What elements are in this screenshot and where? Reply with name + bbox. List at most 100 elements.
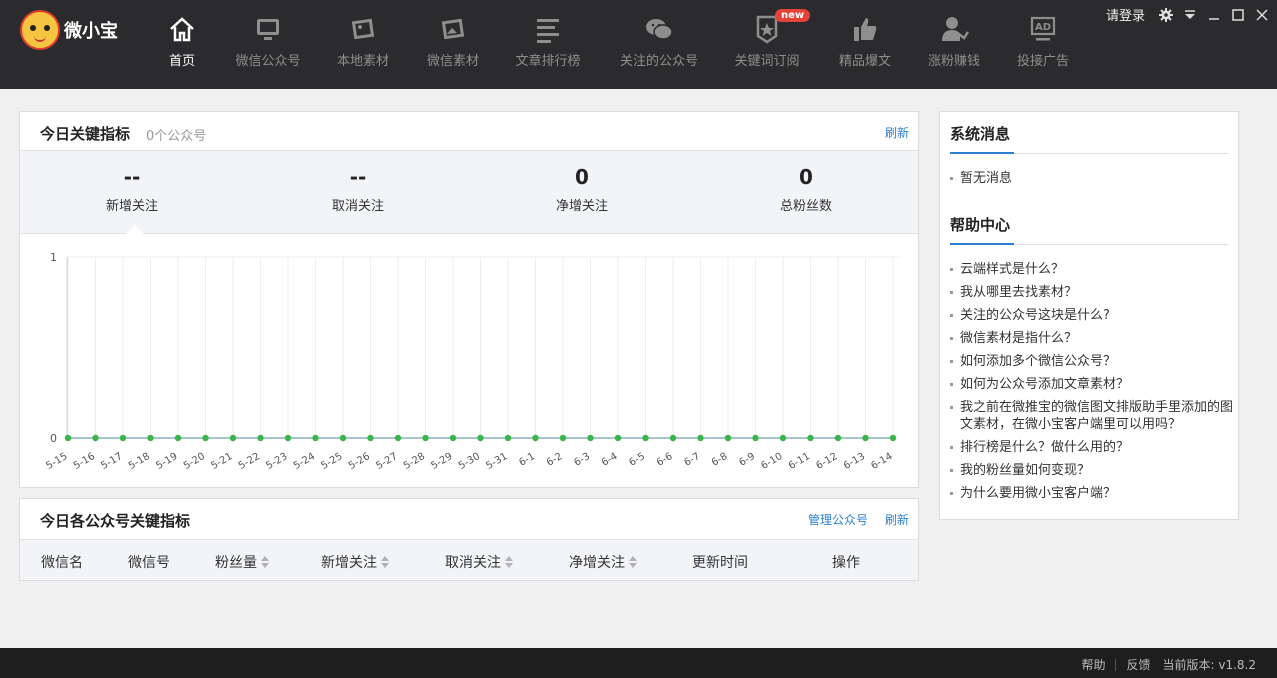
stat-value: --: [349, 165, 367, 189]
chart-x-tick-label: 6-3: [572, 451, 592, 469]
chart-x-tick-label: 5-25: [319, 451, 344, 472]
minimize-icon[interactable]: [1207, 8, 1221, 22]
chart-data-point: [642, 434, 649, 442]
col-label: 粉丝量: [215, 555, 257, 571]
col-fans[interactable]: 粉丝量: [215, 552, 269, 572]
chart-x-tick-label: 5-15: [44, 451, 69, 472]
stat-value: 0: [799, 165, 813, 189]
chart-data-point: [587, 434, 594, 442]
home-icon: [167, 14, 197, 44]
sort-icon[interactable]: [629, 556, 637, 568]
chart-data-point: [532, 434, 539, 442]
chart-data-point: [504, 434, 512, 442]
col-update-time: 更新时间: [692, 552, 748, 572]
footer-divider: [1115, 658, 1117, 671]
chart-x-tick-label: 5-22: [237, 451, 262, 472]
nav-followed-accounts[interactable]: 关注的公众号: [614, 14, 704, 69]
help-item[interactable]: 我从哪里去找素材？: [950, 284, 1235, 301]
help-list: 云端样式是什么？ 我从哪里去找素材？ 关注的公众号这块是什么? 微信素材是指什么…: [950, 261, 1235, 508]
help-divider: [950, 243, 1228, 245]
svg-text:AD: AD: [1035, 22, 1051, 33]
top-bar: 微小宝 首页 微信公众号 本地素材 微信素材 文章排行榜 关注的公众号 new …: [0, 0, 1277, 89]
nav-featured-articles[interactable]: 精品爆文: [820, 14, 910, 69]
follows-trend-chart: 015-15 5-16 5-17 5-18 5-19 5-20 5-21 5-22 5-23 5-…: [44, 251, 899, 472]
help-item[interactable]: 如何添加多个微信公众号？: [950, 353, 1235, 370]
nav-home[interactable]: 首页: [137, 14, 227, 69]
selected-stat-caret: [126, 225, 144, 234]
stat-new-follows[interactable]: -- 新增关注: [32, 165, 232, 214]
chart-data-point: [257, 434, 264, 442]
help-item[interactable]: 排行榜是什么？做什么用的？: [950, 439, 1235, 456]
metrics-panel-title: 今日关键指标: [40, 125, 131, 143]
gear-icon[interactable]: [1159, 7, 1173, 22]
chart-data-point: [752, 434, 759, 442]
help-item[interactable]: 为什么要用微小宝客户端？: [950, 485, 1235, 502]
help-item[interactable]: 如何为公众号添加文章素材？: [950, 376, 1235, 393]
manage-accounts-link[interactable]: 管理公众号: [808, 511, 868, 528]
maximize-icon[interactable]: [1231, 8, 1245, 22]
chart-data-point: [202, 434, 209, 442]
login-link[interactable]: 请登录: [1106, 5, 1145, 24]
chart-data-point: [174, 434, 182, 442]
help-item[interactable]: 我的粉丝量如何变现？: [950, 462, 1235, 479]
account-count: 0个公众号: [146, 129, 207, 144]
nav-label: 投接广告: [1016, 54, 1069, 69]
sort-icon[interactable]: [381, 556, 389, 568]
sort-icon[interactable]: [261, 556, 269, 568]
col-label: 净增关注: [569, 555, 625, 571]
chart-data-point: [834, 434, 842, 442]
stat-label: 总粉丝数: [779, 199, 832, 214]
nav-advertising[interactable]: AD 投接广告: [998, 14, 1088, 69]
nav-grow-fans[interactable]: 涨粉赚钱: [909, 14, 999, 69]
col-label: 取消关注: [445, 555, 501, 571]
sort-icon[interactable]: [505, 556, 513, 568]
nav-local-materials[interactable]: 本地素材: [318, 14, 408, 69]
col-net-follows[interactable]: 净增关注: [569, 552, 637, 572]
col-new-follows[interactable]: 新增关注: [321, 552, 389, 572]
col-label: 操作: [832, 555, 860, 571]
col-wechat-id: 微信号: [128, 552, 170, 572]
col-label: 微信名: [41, 555, 83, 571]
stats-strip: -- 新增关注 -- 取消关注 0 净增关注 0 总粉丝数: [20, 150, 918, 234]
user-money-icon: [939, 14, 970, 44]
stat-label: 取消关注: [331, 199, 384, 214]
nav-keyword-subscription[interactable]: new 关键词订阅: [722, 9, 812, 69]
chart-x-tick-label: 6-10: [759, 451, 784, 472]
dropdown-menu-icon[interactable]: [1183, 8, 1197, 22]
footer-help-link[interactable]: 帮助: [1081, 656, 1105, 673]
wechat-icon: [644, 14, 674, 44]
nav-article-ranking[interactable]: 文章排行榜: [503, 14, 593, 69]
footer-feedback-link[interactable]: 反馈: [1126, 656, 1150, 673]
refresh-metrics-link[interactable]: 刷新: [885, 124, 909, 141]
stat-unfollows[interactable]: -- 取消关注: [258, 165, 458, 214]
chart-data-point: [119, 434, 127, 442]
col-label: 更新时间: [692, 555, 748, 571]
col-unfollows[interactable]: 取消关注: [445, 552, 513, 572]
chart-data-point: [559, 434, 567, 442]
accounts-panel-title: 今日各公众号关键指标: [40, 512, 191, 530]
system-messages-title: 系统消息: [950, 125, 1011, 143]
stat-net-follows[interactable]: 0 净增关注: [482, 165, 682, 214]
nav-wechat-materials[interactable]: 微信素材: [408, 14, 498, 69]
help-item[interactable]: 云端样式是什么？: [950, 261, 1235, 278]
chart-data-point: [339, 434, 347, 442]
chart-data-point: [724, 434, 732, 442]
help-item[interactable]: 关注的公众号这块是什么?: [950, 307, 1235, 324]
col-label: 新增关注: [321, 555, 377, 571]
stat-total-fans[interactable]: 0 总粉丝数: [706, 165, 906, 214]
chart-x-tick-label: 6-8: [710, 451, 730, 469]
chart-x-tick-label: 5-24: [292, 451, 317, 472]
nav-label: 文章排行榜: [515, 54, 581, 69]
chart-data-point: [92, 434, 99, 442]
chart-x-tick-label: 5-18: [127, 451, 152, 472]
help-item[interactable]: 微信素材是指什么？: [950, 330, 1235, 347]
refresh-accounts-link[interactable]: 刷新: [885, 511, 909, 528]
nav-label: 微信素材: [426, 54, 479, 69]
help-item[interactable]: 我之前在微推宝的微信图文排版助手里添加的图文素材，在微小宝客户端里可以用吗？: [950, 399, 1235, 433]
chart-data-point: [477, 434, 484, 442]
chart-data-point: [669, 434, 677, 442]
accounts-panel: 今日各公众号关键指标 管理公众号 刷新 微信名 微信号 粉丝量 新增关注 取消关…: [19, 498, 919, 581]
close-icon[interactable]: [1255, 8, 1269, 22]
nav-wechat-accounts[interactable]: 微信公众号: [223, 14, 313, 69]
app-logo[interactable]: 微小宝: [20, 9, 132, 51]
